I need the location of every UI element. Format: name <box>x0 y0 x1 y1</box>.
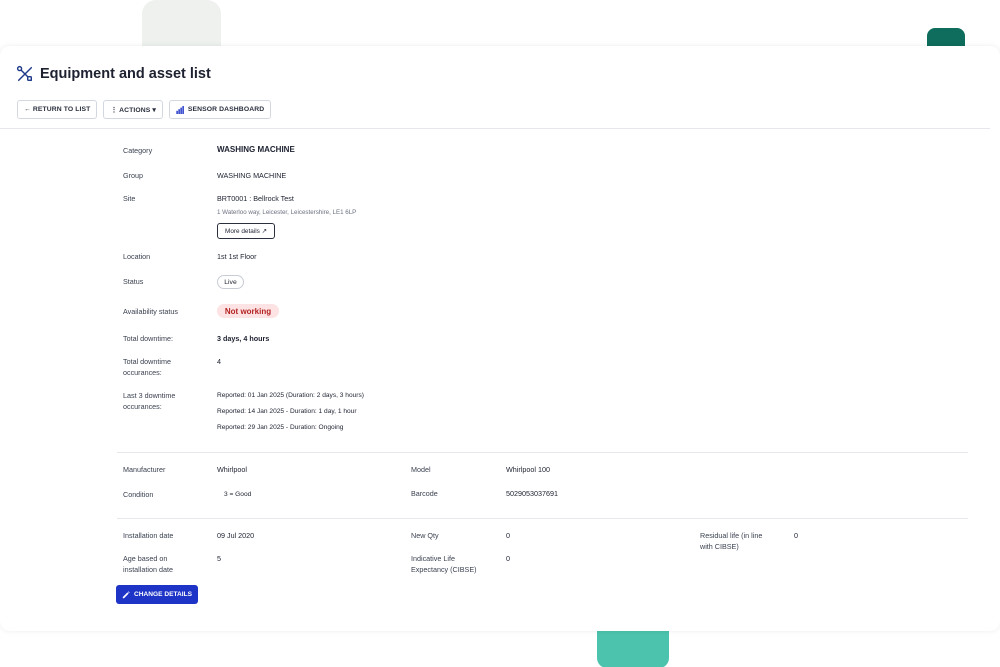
toolbar: ← RETURN TO LIST ⋮ ACTIONS ▾ SENSOR DASH… <box>17 100 272 119</box>
actions-button[interactable]: ⋮ ACTIONS ▾ <box>103 100 163 119</box>
bar-chart-icon <box>176 105 184 114</box>
new-qty-label: New Qty <box>411 531 439 540</box>
status-badge: Not working <box>217 304 279 318</box>
location-label: Location <box>123 252 151 261</box>
availability-value: Not working <box>224 306 272 316</box>
residual-label-2: with CIBSE) <box>700 542 739 551</box>
site-label: Site <box>123 194 136 203</box>
model-value: Whirlpool 100 <box>506 465 550 474</box>
downtime-occ-label-2: occurances: <box>123 368 162 377</box>
change-details-label: CHANGE DETAILS <box>133 591 193 598</box>
life-exp-value: 0 <box>506 554 510 563</box>
status-label: Status <box>123 277 144 286</box>
residual-value: 0 <box>794 531 798 540</box>
category-value: WASHING MACHINE <box>217 145 295 154</box>
availability-label: Availability status <box>123 307 178 316</box>
site-address: 1 Waterloo way, Leicester, Leicestershir… <box>217 209 357 216</box>
model-label: Model <box>411 465 431 474</box>
category-label: Category <box>123 146 153 155</box>
divider <box>117 452 968 453</box>
asset-detail-card: Equipment and asset list ← RETURN TO LIS… <box>0 46 1000 631</box>
page-title: Equipment and asset list <box>40 66 211 82</box>
condition-value: 3 = Good <box>224 491 252 498</box>
new-qty-value: 0 <box>506 531 510 540</box>
life-exp-label-2: Expectancy (CIBSE) <box>411 565 477 574</box>
site-value: BRT0001 : Bellrock Test <box>217 194 294 203</box>
actions-label: ⋮ ACTIONS ▾ <box>110 106 156 114</box>
installation-date-value: 09 Jul 2020 <box>217 531 255 540</box>
divider <box>117 518 968 519</box>
location-value: 1st 1st Floor <box>217 252 257 261</box>
downtime-occ-value: 4 <box>217 357 221 366</box>
downtime-entry: Reported: 29 Jan 2025 - Duration: Ongoin… <box>217 424 344 431</box>
divider <box>0 128 990 129</box>
age-value: 5 <box>217 554 221 563</box>
last3-label-1: Last 3 downtime <box>123 391 176 400</box>
manufacturer-value: Whirlpool <box>217 465 247 474</box>
sensor-dashboard-button[interactable]: SENSOR DASHBOARD <box>168 100 272 119</box>
group-label: Group <box>123 171 143 180</box>
barcode-value: 5029053037691 <box>506 489 558 498</box>
tools-icon <box>16 65 33 82</box>
change-details-button[interactable]: CHANGE DETAILS <box>116 585 198 604</box>
downtime-entry: Reported: 14 Jan 2025 - Duration: 1 day,… <box>217 408 357 415</box>
age-label-1: Age based on <box>123 554 168 563</box>
return-label: ← RETURN TO LIST <box>24 106 91 113</box>
downtime-entry: Reported: 01 Jan 2025 (Duration: 2 days,… <box>217 392 364 399</box>
more-details-label: More details ↗ <box>225 228 267 235</box>
total-downtime-value: 3 days, 4 hours <box>217 334 270 343</box>
return-to-list-button[interactable]: ← RETURN TO LIST <box>17 100 98 119</box>
age-label-2: installation date <box>123 565 173 574</box>
manufacturer-label: Manufacturer <box>123 465 166 474</box>
more-details-button[interactable]: More details ↗ <box>217 223 275 239</box>
group-value: WASHING MACHINE <box>217 171 287 180</box>
status-pill: Live <box>217 275 244 289</box>
downtime-occ-label-1: Total downtime <box>123 357 171 366</box>
installation-date-label: Installation date <box>123 531 174 540</box>
residual-label-1: Residual life (in line <box>700 531 763 540</box>
pencil-icon <box>122 590 130 598</box>
life-exp-label-1: Indicative Life <box>411 554 455 563</box>
last3-label-2: occurances: <box>123 402 162 411</box>
sensor-label: SENSOR DASHBOARD <box>187 106 265 113</box>
barcode-label: Barcode <box>411 489 438 498</box>
total-downtime-label: Total downtime: <box>123 334 173 343</box>
condition-label: Condition <box>123 490 154 499</box>
status-value: Live <box>224 278 237 286</box>
page-header: Equipment and asset list <box>16 65 211 83</box>
